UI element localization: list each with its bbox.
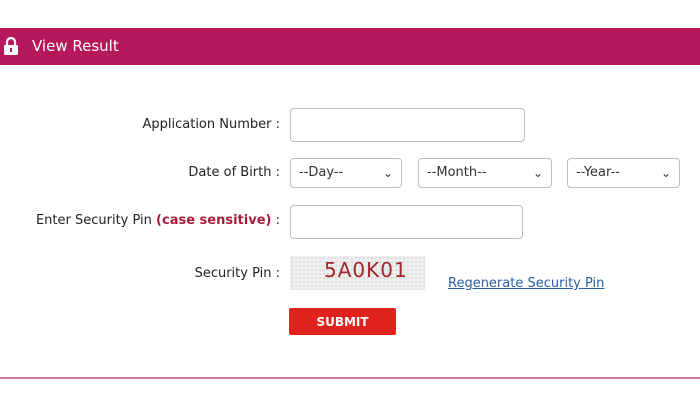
lock-icon	[4, 36, 18, 55]
chevron-down-icon: ⌄	[660, 166, 671, 180]
page-title: View Result	[32, 37, 119, 55]
captcha-image: 5A0K01	[290, 256, 425, 290]
enter-security-pin-colon: :	[275, 213, 280, 228]
dob-year-select[interactable]: --Year-- ⌄	[567, 158, 680, 188]
enter-security-pin-label-text: Enter Security Pin	[35, 213, 152, 228]
dob-year-value: --Year--	[576, 165, 620, 180]
dob-month-select[interactable]: --Month-- ⌄	[418, 158, 552, 188]
application-number-input[interactable]	[290, 108, 525, 142]
divider	[0, 377, 700, 379]
security-pin-label: Security Pin :	[194, 266, 280, 281]
dob-day-select[interactable]: --Day-- ⌄	[290, 158, 402, 188]
dob-day-value: --Day--	[299, 165, 344, 180]
dob-month-value: --Month--	[427, 165, 487, 180]
regenerate-security-pin-link[interactable]: Regenerate Security Pin	[448, 276, 604, 291]
dob-label: Date of Birth :	[188, 165, 280, 180]
case-sensitive-note: (case sensitive)	[156, 213, 272, 228]
enter-security-pin-label: Enter Security Pin (case sensitive) :	[36, 213, 280, 228]
captcha-text: 5A0K01	[324, 258, 408, 282]
page-header: View Result	[0, 28, 700, 65]
chevron-down-icon: ⌄	[532, 166, 543, 180]
submit-button[interactable]: SUBMIT	[289, 308, 396, 335]
chevron-down-icon: ⌄	[382, 166, 393, 180]
application-number-label: Application Number :	[142, 117, 280, 132]
security-pin-input[interactable]	[290, 205, 523, 239]
